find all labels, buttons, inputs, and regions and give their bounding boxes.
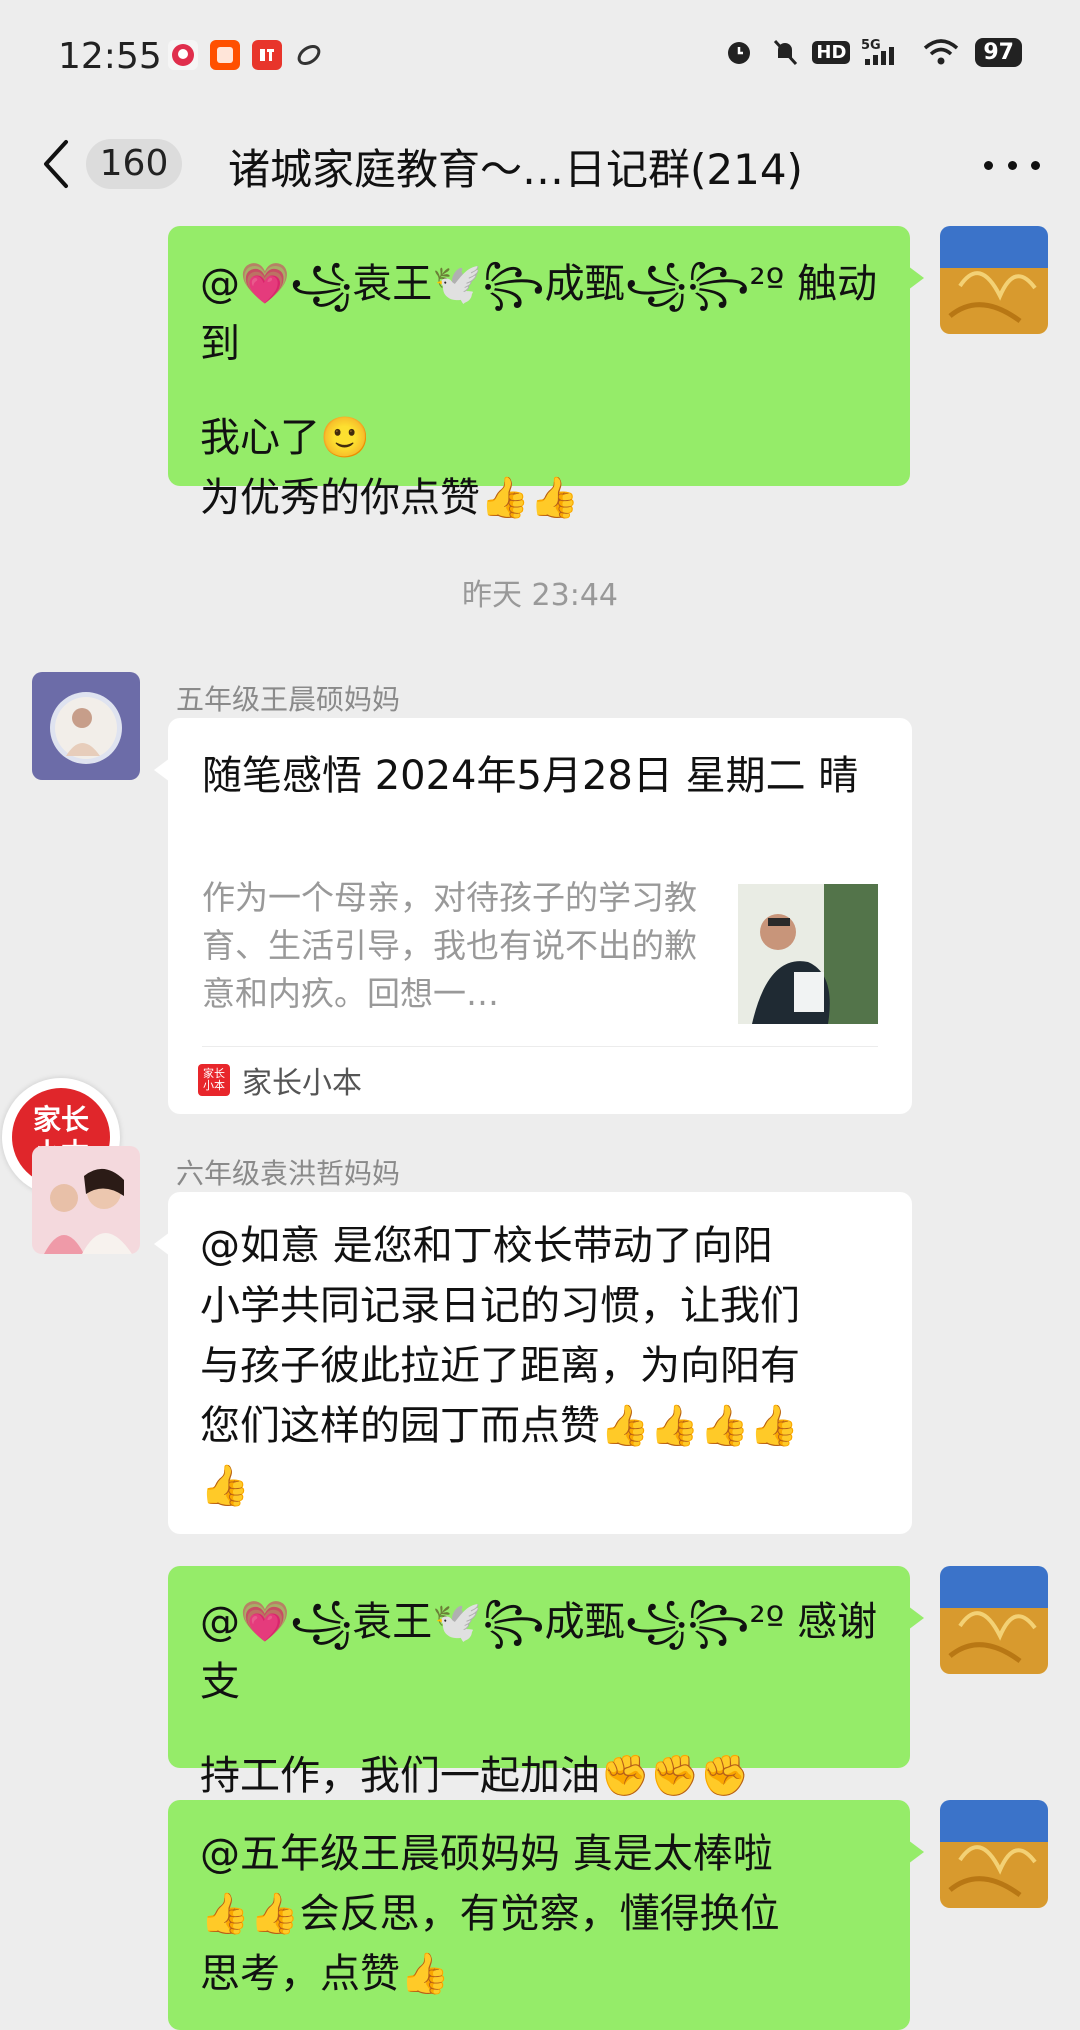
my-avatar[interactable]: [940, 1800, 1048, 1908]
message-line: @如意 是您和丁校长带动了向阳: [200, 1223, 773, 1269]
status-bar: 12:55 HD 5G 97: [0, 0, 1080, 110]
message-line: 持工作，我们一起加油✊✊✊: [200, 1753, 750, 1799]
swirl-icon: [294, 40, 324, 70]
message-line: 为优秀的你点赞👍👍: [200, 475, 580, 521]
shared-article-card[interactable]: 随笔感悟 2024年5月28日 星期二 晴 作为一个母亲，对待孩子的学习教育、生…: [154, 718, 912, 1114]
message-line: 思考，点赞👍: [200, 1951, 450, 1997]
svg-text:5G: 5G: [861, 38, 881, 53]
card-description: 作为一个母亲，对待孩子的学习教育、生活引导，我也有说不出的歉意和内疚。回想一…: [202, 878, 697, 1013]
my-avatar[interactable]: [940, 226, 1048, 334]
ting-icon: [252, 40, 282, 70]
chat-header: 160 诸城家庭教育～…日记群(214): [0, 110, 1080, 218]
incoming-message[interactable]: @如意 是您和丁校长带动了向阳 小学共同记录日记的习惯，让我们 与孩子彼此拉近了…: [154, 1192, 912, 1534]
parent-notebook-logo-icon: 家长小本: [198, 1064, 230, 1096]
card-source: 家长小本 家长小本: [198, 1058, 362, 1102]
message-line: 👍: [200, 1463, 250, 1509]
sender-avatar[interactable]: [32, 1146, 140, 1254]
outgoing-message[interactable]: @五年级王晨硕妈妈 真是太棒啦 👍👍会反思，有觉察，懂得换位 思考，点赞👍: [168, 1800, 924, 2030]
unread-count-badge[interactable]: 160: [86, 139, 182, 189]
card-thumbnail: [738, 884, 878, 1024]
more-options-icon[interactable]: [984, 150, 1040, 180]
message-line: @五年级王晨硕妈妈 真是太棒啦: [200, 1831, 773, 1877]
status-time: 12:55: [58, 36, 162, 77]
card-divider: [202, 1046, 878, 1047]
wifi-icon: [921, 36, 961, 68]
message-line: 与孩子彼此拉近了距离，为向阳有: [200, 1343, 800, 1389]
chat-timestamp: 昨天 23:44: [462, 578, 618, 613]
notification-icons: [168, 40, 324, 70]
mute-icon: [769, 36, 801, 68]
sender-name: 六年级袁洪哲妈妈: [176, 1157, 401, 1190]
sender-name: 五年级王晨硕妈妈: [176, 683, 401, 716]
outgoing-message[interactable]: @💗꧁袁王🕊️꧂成甄꧁꧂²º 触动到 我心了🙂 为优秀的你点赞👍👍: [168, 226, 924, 521]
message-line: @💗꧁袁王🕊️꧂成甄꧁꧂²º 感谢支: [200, 1599, 878, 1705]
back-arrow-icon[interactable]: [36, 134, 76, 194]
taobao-icon: [210, 40, 240, 70]
message-line: 小学共同记录日记的习惯，让我们: [200, 1283, 800, 1329]
chat-title: 诸城家庭教育～…日记群(214): [228, 145, 803, 194]
battery-indicator: 97: [975, 37, 1022, 67]
message-line: 我心了🙂: [200, 415, 370, 461]
outgoing-message[interactable]: @💗꧁袁王🕊️꧂成甄꧁꧂²º 感谢支 持工作，我们一起加油✊✊✊: [168, 1566, 924, 1799]
card-title: 随笔感悟 2024年5月28日 星期二 晴: [202, 753, 859, 799]
card-source-name: 家长小本: [242, 1066, 362, 1101]
message-line: @💗꧁袁王🕊️꧂成甄꧁꧂²º 触动到: [200, 261, 878, 367]
status-icons: HD 5G 97: [723, 36, 1022, 68]
5g-signal-icon: 5G: [861, 36, 907, 68]
sender-avatar[interactable]: [32, 672, 140, 780]
my-avatar[interactable]: [940, 1566, 1048, 1674]
pinduoduo-icon: [168, 40, 198, 70]
alarm-icon: [723, 36, 755, 68]
message-line: 您们这样的园丁而点赞👍👍👍👍: [200, 1403, 800, 1449]
hd-icon: HD: [812, 36, 851, 68]
message-line: 👍👍会反思，有觉察，懂得换位: [200, 1891, 780, 1937]
